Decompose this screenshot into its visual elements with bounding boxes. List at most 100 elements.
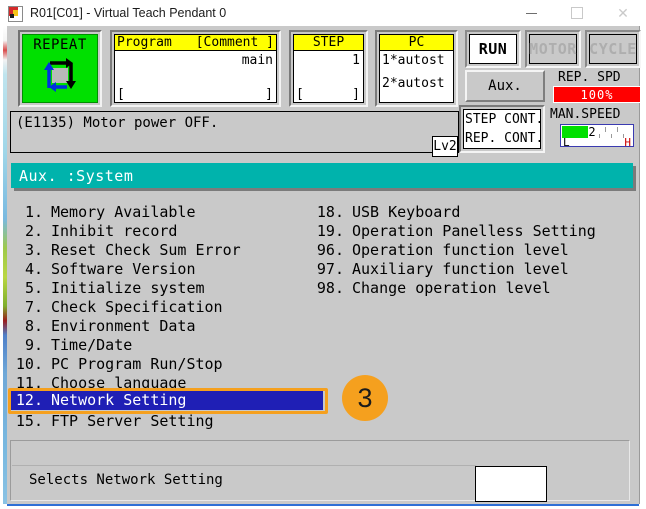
comment-header-label: [Comment ] xyxy=(196,35,274,50)
status-text: Selects Network Setting xyxy=(29,472,223,488)
pc-box-header: PC xyxy=(380,35,453,51)
menu-item-number: 19. xyxy=(312,222,344,241)
menu-item-label: Inhibit record xyxy=(43,222,177,241)
app-root: R01[C01] - Virtual Teach Pendant 0 ✕ REP… xyxy=(0,0,646,509)
aux-button[interactable]: Aux. xyxy=(465,70,545,102)
left-white-margin xyxy=(0,26,3,509)
menu-item-memory-available[interactable]: 1. Memory Available xyxy=(11,203,196,222)
menu-item-operation-function-level[interactable]: 96. Operation function level xyxy=(312,241,569,260)
menu-item-label: Operation function level xyxy=(344,241,569,260)
lamp-cycle[interactable]: CYCLE xyxy=(585,30,641,68)
menu-item-label: Initialize system xyxy=(43,279,205,298)
menu-item-ftp-server-setting[interactable]: 15. FTP Server Setting xyxy=(11,412,214,431)
menu-item-environment-data[interactable]: 8. Environment Data xyxy=(11,317,196,336)
menu-item-label: Operation Panelless Setting xyxy=(344,222,596,241)
menu-item-number: 15. xyxy=(11,412,43,431)
window-title-bar: R01[C01] - Virtual Teach Pendant 0 ✕ xyxy=(0,0,646,27)
man-speed-value: 2 xyxy=(588,125,595,139)
menu-item-check-specification[interactable]: 7. Check Specification xyxy=(11,298,223,317)
menu-item-time-date[interactable]: 9. Time/Date xyxy=(11,336,132,355)
lamp-motor[interactable]: MOTOR xyxy=(525,30,581,68)
rep-speed-label: REP. SPD xyxy=(558,70,621,85)
step-box[interactable]: STEP 1 [ ] xyxy=(289,30,368,107)
menu-item-usb-keyboard[interactable]: 18. USB Keyboard xyxy=(312,203,460,222)
menu-item-label: Memory Available xyxy=(43,203,196,222)
cycle-loop-icon xyxy=(40,57,80,95)
step-bracket-left: [ xyxy=(296,87,304,102)
step-value: 1 xyxy=(352,53,360,68)
menu-item-number: 1. xyxy=(11,203,43,222)
menu-item-number: 2. xyxy=(11,222,43,241)
menu-item-number: 18. xyxy=(312,203,344,222)
step-header-label: STEP xyxy=(313,35,344,50)
man-speed-bar[interactable]: 2 L H xyxy=(560,124,634,147)
close-button[interactable]: ✕ xyxy=(600,0,646,26)
bottom-margin xyxy=(0,504,646,509)
menu-item-number: 4. xyxy=(11,260,43,279)
menu-item-number: 97. xyxy=(312,260,344,279)
menu-item-label: Change operation level xyxy=(344,279,551,298)
teach-pendant-body: REPEAT xyxy=(7,26,639,504)
app-icon xyxy=(7,5,23,21)
status-panel: Selects Network Setting xyxy=(10,440,630,501)
menu-item-change-operation-level[interactable]: 98. Change operation level xyxy=(312,279,551,298)
message-text: (E1135) Motor power OFF. xyxy=(16,115,218,131)
menu-item-label: USB Keyboard xyxy=(344,203,460,222)
message-box: (E1135) Motor power OFF. xyxy=(10,111,459,153)
man-speed-label: MAN.SPEED xyxy=(550,107,620,122)
program-box-header: Program [Comment ] xyxy=(115,35,276,51)
window-controls: ✕ xyxy=(508,0,646,26)
menu-item-number: 7. xyxy=(11,298,43,317)
mode-indicator-label: REPEAT xyxy=(33,37,87,53)
annotation-step-number: 3 xyxy=(357,383,372,414)
section-header: Aux. :System xyxy=(11,163,633,188)
menu-item-initialize-system[interactable]: 5. Initialize system xyxy=(11,279,205,298)
menu-item-number: 98. xyxy=(312,279,344,298)
program-name-value: main xyxy=(242,53,273,68)
menu-item-pc-program-run-stop[interactable]: 10. PC Program Run/Stop xyxy=(11,355,223,374)
cont-row-rep: REP. CONT. xyxy=(465,131,540,146)
maximize-button[interactable] xyxy=(554,0,600,26)
step-box-header: STEP xyxy=(294,35,363,51)
comment-bracket-left: [ xyxy=(117,87,125,102)
annotation-step-badge: 3 xyxy=(342,375,388,421)
menu-item-number: 9. xyxy=(11,336,43,355)
menu-item-operation-panelless-setting[interactable]: 19. Operation Panelless Setting xyxy=(312,222,596,241)
menu-item-software-version[interactable]: 4. Software Version xyxy=(11,260,196,279)
program-header-label: Program xyxy=(117,35,172,50)
error-level-badge: Lv2 xyxy=(432,136,458,157)
menu-item-label: Environment Data xyxy=(43,317,196,336)
pc-row-2: 2*autost xyxy=(380,76,445,91)
mode-indicator-repeat[interactable]: REPEAT xyxy=(18,30,102,107)
pc-box[interactable]: PC 1*autost 2*autost xyxy=(375,30,458,107)
menu-item-inhibit-record[interactable]: 2. Inhibit record xyxy=(11,222,177,241)
cont-row-step: STEP CONT. xyxy=(465,112,540,127)
annotation-highlight-box xyxy=(8,388,328,414)
minimize-button[interactable] xyxy=(508,0,554,26)
step-bracket-right: ] xyxy=(352,87,360,102)
pc-row-1: 1*autost xyxy=(380,53,445,68)
menu-item-number: 8. xyxy=(11,317,43,336)
menu-item-reset-check-sum-error[interactable]: 3. Reset Check Sum Error xyxy=(11,241,241,260)
menu-item-label: Check Specification xyxy=(43,298,223,317)
rep-speed-bar[interactable]: 100% xyxy=(553,86,641,103)
program-comment-box[interactable]: Program [Comment ] main [ ] xyxy=(110,30,281,107)
menu-item-label: Time/Date xyxy=(43,336,132,355)
pc-header-label: PC xyxy=(409,35,425,50)
comment-bracket-right: ] xyxy=(265,87,273,102)
menu-item-auxiliary-function-level[interactable]: 97. Auxiliary function level xyxy=(312,260,569,279)
cont-mode-box[interactable]: STEP CONT. REP. CONT. xyxy=(459,105,545,153)
section-header-label: Aux. :System xyxy=(11,167,133,185)
menu-item-label: Software Version xyxy=(43,260,196,279)
menu-item-number: 96. xyxy=(312,241,344,260)
lamp-motor-label: MOTOR xyxy=(529,40,577,58)
menu-item-label: FTP Server Setting xyxy=(43,412,214,431)
error-level-label: Lv2 xyxy=(433,139,456,154)
status-input-field[interactable] xyxy=(475,466,547,502)
lamp-run[interactable]: RUN xyxy=(465,30,521,68)
menu-item-number: 3. xyxy=(11,241,43,260)
man-speed-low-label: L xyxy=(563,136,570,149)
status-divider xyxy=(12,465,476,466)
lamp-cycle-label: CYCLE xyxy=(589,40,637,58)
window-title: R01[C01] - Virtual Teach Pendant 0 xyxy=(30,6,226,20)
